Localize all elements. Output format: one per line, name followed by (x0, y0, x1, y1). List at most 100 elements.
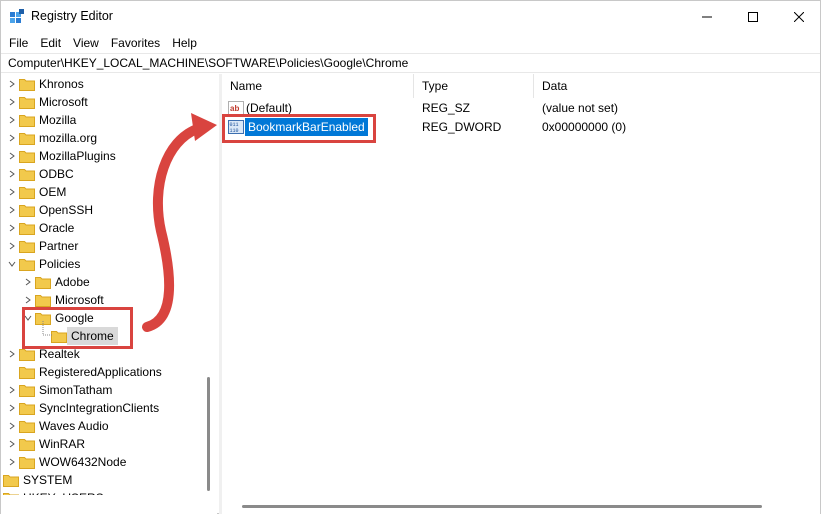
menu-edit[interactable]: Edit (34, 34, 67, 52)
tree-scroll-thumb[interactable] (207, 377, 210, 491)
tree-item-khronos[interactable]: Khronos (1, 75, 217, 93)
window-title: Registry Editor (31, 9, 113, 23)
folder-icon (19, 349, 35, 361)
tree-item-label: Waves Audio (39, 419, 109, 433)
folder-icon (19, 115, 35, 127)
chevron-right-icon[interactable] (7, 345, 17, 363)
tree-item-simontatham[interactable]: SimonTatham (1, 381, 217, 399)
chevron-right-icon[interactable] (7, 453, 17, 471)
tree-item-label: Realtek (39, 347, 80, 361)
column-header-name[interactable]: Name (222, 74, 412, 98)
chevron-down-icon[interactable] (23, 309, 33, 327)
tree-vertical-scrollbar[interactable] (201, 75, 217, 495)
close-icon (794, 12, 804, 22)
tree-item-label: Mozilla (39, 113, 77, 127)
tree-item-label: OpenSSH (39, 203, 94, 217)
tree-item-mozillaplugins[interactable]: MozillaPlugins (1, 147, 217, 165)
folder-icon (19, 205, 35, 217)
tree-item-label: Oracle (39, 221, 75, 235)
list-header: Name Type Data (222, 74, 820, 98)
value-row-default[interactable]: ab (Default) REG_SZ (value not set) (222, 99, 820, 117)
menu-view[interactable]: View (67, 34, 105, 52)
registry-editor-icon (10, 9, 24, 23)
tree-item-mozilla-org[interactable]: mozilla.org (1, 129, 217, 147)
tree-item-registeredapplications[interactable]: RegisteredApplications (1, 363, 217, 381)
tree-connector (42, 321, 53, 336)
chevron-right-icon[interactable] (7, 93, 17, 111)
tree-item-chrome[interactable]: Chrome (1, 327, 217, 345)
tree-item-label: Khronos (39, 77, 84, 91)
tree-item-oracle[interactable]: Oracle (1, 219, 217, 237)
tree-item-google[interactable]: Google (1, 309, 217, 327)
tree-item-label: Partner (39, 239, 79, 253)
tree-item-microsoft[interactable]: Microsoft (1, 291, 217, 309)
chevron-right-icon[interactable] (7, 75, 17, 93)
minimize-button[interactable] (684, 1, 730, 33)
tree-item-odbc[interactable]: ODBC (1, 165, 217, 183)
value-name[interactable]: BookmarkBarEnabled (244, 117, 369, 137)
values-list: Name Type Data ab (Default) REG_SZ (valu… (222, 74, 820, 495)
folder-icon (19, 439, 35, 451)
chevron-right-icon[interactable] (7, 237, 17, 255)
tree-item-microsoft[interactable]: Microsoft (1, 93, 217, 111)
folder-icon (19, 367, 35, 379)
registry-editor-window: Registry Editor File Edit View Favorites… (0, 0, 821, 514)
chevron-down-icon[interactable] (7, 255, 17, 273)
chevron-right-icon[interactable] (7, 219, 17, 237)
tree-item-label: ODBC (39, 167, 74, 181)
tree-item-label: Adobe (55, 275, 90, 289)
value-data: 0x00000000 (0) (542, 120, 627, 134)
chevron-right-icon[interactable] (23, 291, 33, 309)
value-name: (Default) (246, 101, 293, 115)
tree-item-label: WinRAR (39, 437, 86, 451)
tree-item-mozilla[interactable]: Mozilla (1, 111, 217, 129)
tree-item-oem[interactable]: OEM (1, 183, 217, 201)
tree-item-wow6432node[interactable]: WOW6432Node (1, 453, 217, 471)
list-scroll-thumb[interactable] (242, 505, 762, 508)
chevron-right-icon[interactable] (23, 273, 33, 291)
tree-item-adobe[interactable]: Adobe (1, 273, 217, 291)
column-header-type[interactable]: Type (414, 74, 531, 98)
tree-horizontal-scrollbar[interactable] (1, 495, 217, 514)
tree-item-openssh[interactable]: OpenSSH (1, 201, 217, 219)
chevron-right-icon[interactable] (7, 435, 17, 453)
tree-item-policies[interactable]: Policies (1, 255, 217, 273)
chevron-right-icon[interactable] (7, 417, 17, 435)
tree-item-system[interactable]: SYSTEM (1, 471, 217, 489)
chevron-right-icon[interactable] (7, 399, 17, 417)
tree-item-partner[interactable]: Partner (1, 237, 217, 255)
tree-item-label: SyncIntegrationClients (39, 401, 160, 415)
menu-help[interactable]: Help (166, 34, 203, 52)
tree-item-winrar[interactable]: WinRAR (1, 435, 217, 453)
chevron-right-icon[interactable] (7, 183, 17, 201)
chevron-right-icon[interactable] (7, 381, 17, 399)
folder-icon (19, 223, 35, 235)
tree-item-syncintegrationclients[interactable]: SyncIntegrationClients (1, 399, 217, 417)
folder-icon (35, 295, 51, 307)
tree-item-waves-audio[interactable]: Waves Audio (1, 417, 217, 435)
folder-icon (19, 421, 35, 433)
menu-favorites[interactable]: Favorites (105, 34, 166, 52)
minimize-icon (702, 16, 712, 18)
list-horizontal-scrollbar[interactable] (222, 495, 820, 514)
chevron-right-icon[interactable] (7, 201, 17, 219)
folder-icon (19, 133, 35, 145)
tree-item-label: Microsoft (55, 293, 104, 307)
tree-item-label: Policies (39, 257, 81, 271)
chevron-right-icon[interactable] (7, 111, 17, 129)
close-button[interactable] (776, 1, 821, 33)
menu-file[interactable]: File (3, 34, 34, 52)
tree-item-label: RegisteredApplications (39, 365, 162, 379)
chevron-right-icon[interactable] (7, 129, 17, 147)
address-bar[interactable]: Computer\HKEY_LOCAL_MACHINE\SOFTWARE\Pol… (1, 53, 820, 73)
folder-icon (3, 475, 19, 487)
chevron-right-icon[interactable] (7, 147, 17, 165)
value-row-bookmarkbarenabled[interactable]: 011 110 BookmarkBarEnabled REG_DWORD 0x0… (222, 117, 820, 137)
maximize-button[interactable] (730, 1, 776, 33)
column-header-data[interactable]: Data (534, 74, 814, 98)
chevron-right-icon[interactable] (7, 165, 17, 183)
folder-icon (19, 457, 35, 469)
tree-item-label: SYSTEM (23, 473, 73, 487)
menu-bar: File Edit View Favorites Help (1, 33, 820, 53)
tree-item-realtek[interactable]: Realtek (1, 345, 217, 363)
